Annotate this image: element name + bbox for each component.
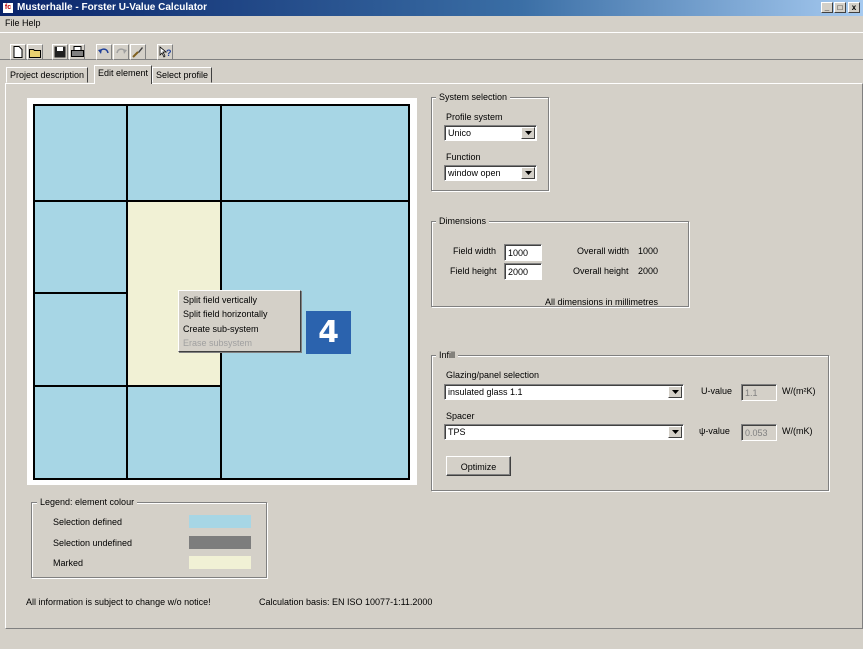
field-width-input[interactable]: 1000 bbox=[504, 244, 542, 261]
psi-value-unit: W/(mK) bbox=[782, 426, 813, 436]
u-value-unit: W/(m²K) bbox=[782, 386, 816, 396]
legend-label-defined: Selection defined bbox=[53, 517, 123, 527]
system-selection-title: System selection bbox=[436, 92, 511, 102]
overall-width-label: Overall width bbox=[577, 246, 630, 256]
field-height-input[interactable]: 2000 bbox=[504, 263, 542, 280]
legend-swatch-marked bbox=[189, 556, 251, 569]
maximize-button[interactable]: □ bbox=[834, 2, 846, 13]
u-value-field: 1.1 bbox=[741, 384, 777, 401]
open-folder-icon[interactable] bbox=[27, 44, 43, 60]
menu-file[interactable]: File bbox=[5, 18, 20, 28]
psi-value-field: 0.053 bbox=[741, 424, 777, 441]
tab-project-description[interactable]: Project description bbox=[6, 67, 89, 83]
dimensions-group bbox=[431, 221, 689, 307]
function-label: Function bbox=[446, 152, 481, 162]
menu-erase-subsystem: Erase subsystem bbox=[183, 338, 253, 348]
overall-height-value: 2000 bbox=[638, 266, 659, 276]
redo-icon[interactable] bbox=[113, 44, 129, 60]
dimensions-note: All dimensions in millimetres bbox=[545, 297, 659, 307]
overall-width-value: 1000 bbox=[638, 246, 659, 256]
glazing-label: Glazing/panel selection bbox=[446, 370, 540, 380]
chevron-down-icon[interactable] bbox=[521, 167, 535, 179]
help-pointer-icon[interactable]: ? bbox=[157, 44, 173, 60]
menu-split-vertically[interactable]: Split field vertically bbox=[183, 295, 257, 305]
disclaimer-text: All information is subject to change w/o… bbox=[26, 597, 211, 607]
app-icon: fc bbox=[2, 2, 14, 14]
overall-height-label: Overall height bbox=[573, 266, 629, 276]
chevron-down-icon[interactable] bbox=[521, 127, 535, 139]
optimize-button[interactable]: Optimize bbox=[446, 456, 511, 476]
window-title: Musterhalle - Forster U-Value Calculator bbox=[17, 2, 208, 13]
glazing-select[interactable]: insulated glass 1.1 bbox=[444, 384, 684, 400]
psi-value-label: ψ-value bbox=[699, 426, 730, 436]
profile-system-label: Profile system bbox=[446, 112, 503, 122]
legend-swatch-defined bbox=[189, 515, 251, 528]
undo-icon[interactable] bbox=[96, 44, 112, 60]
chevron-down-icon[interactable] bbox=[668, 386, 682, 398]
calculation-basis-text: Calculation basis: EN ISO 10077-1:11.200… bbox=[259, 597, 433, 607]
infill-title: Infill bbox=[436, 350, 459, 360]
close-button[interactable]: x bbox=[848, 2, 860, 13]
spacer-label: Spacer bbox=[446, 411, 475, 421]
print-icon[interactable] bbox=[69, 44, 85, 60]
save-icon[interactable] bbox=[52, 44, 68, 60]
tab-edit-element[interactable]: Edit element bbox=[94, 65, 153, 84]
legend-title: Legend: element colour bbox=[37, 497, 138, 507]
u-value-label: U-value bbox=[701, 386, 733, 396]
field-height-label: Field height bbox=[450, 266, 497, 276]
field-width-label: Field width bbox=[453, 246, 497, 256]
menu-bar bbox=[0, 16, 863, 31]
status-bar bbox=[5, 630, 863, 649]
tab-select-profile[interactable]: Select profile bbox=[152, 67, 213, 83]
minimize-button[interactable]: _ bbox=[821, 2, 833, 13]
chevron-down-icon[interactable] bbox=[668, 426, 682, 438]
step-badge: 4 bbox=[306, 311, 351, 354]
legend-label-marked: Marked bbox=[53, 558, 84, 568]
menu-help[interactable]: Help bbox=[22, 18, 41, 28]
dimensions-title: Dimensions bbox=[436, 216, 490, 226]
brush-icon[interactable] bbox=[130, 44, 146, 60]
menu-split-horizontally[interactable]: Split field horizontally bbox=[183, 309, 268, 319]
legend-label-undefined: Selection undefined bbox=[53, 538, 133, 548]
menu-create-subsystem[interactable]: Create sub-system bbox=[183, 324, 259, 334]
spacer-select[interactable]: TPS bbox=[444, 424, 684, 440]
new-document-icon[interactable] bbox=[10, 44, 26, 60]
svg-text:?: ? bbox=[166, 48, 172, 58]
legend-swatch-undefined bbox=[189, 536, 251, 549]
